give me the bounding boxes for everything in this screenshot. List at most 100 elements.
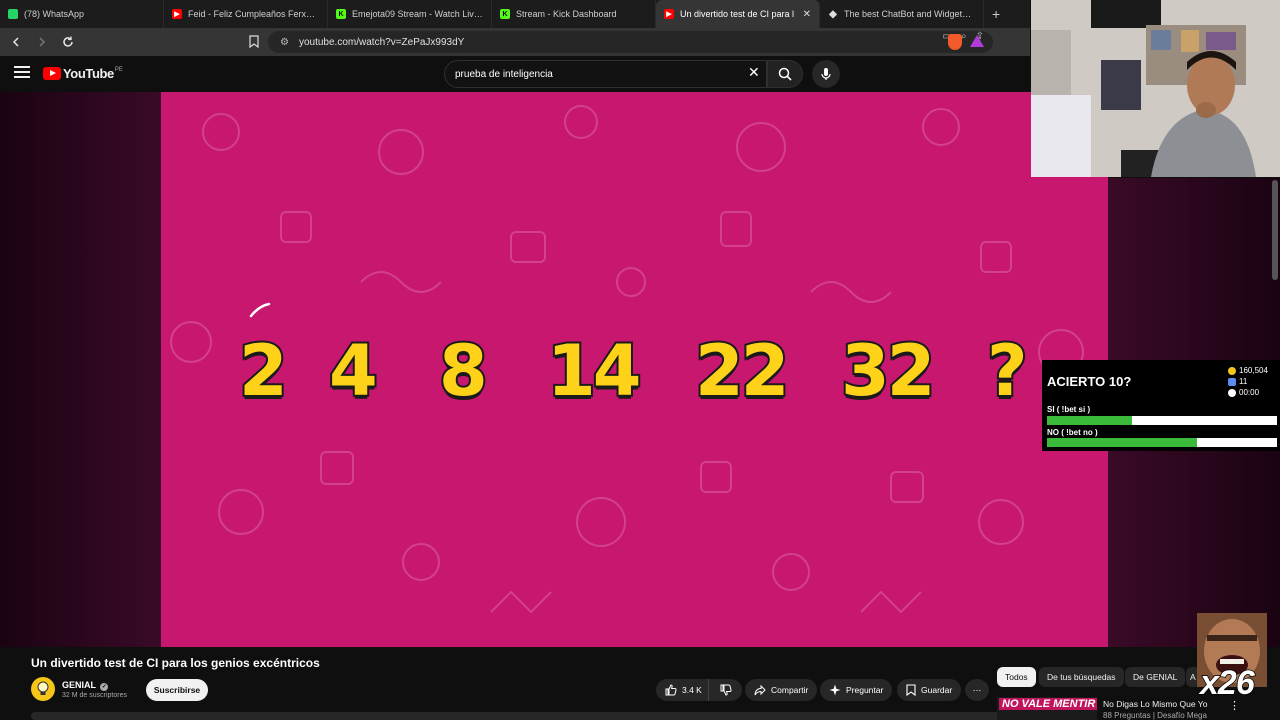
microphone-icon	[821, 68, 831, 80]
url-text: youtube.com/watch?v=ZePaJx993dY	[298, 36, 465, 48]
tab-title: (78) WhatsApp	[24, 9, 85, 19]
close-tab-icon[interactable]: ✕	[803, 9, 811, 20]
botrix-icon: ◆	[829, 8, 837, 20]
sequence-number: 22	[693, 328, 791, 414]
whatsapp-icon	[8, 9, 18, 19]
save-button[interactable]: Guardar	[897, 679, 962, 701]
video-player[interactable]: 2 4 8 14 22 32 ?	[161, 92, 1108, 647]
share-arrow-icon	[754, 684, 766, 696]
youtube-icon: ▶	[664, 9, 674, 19]
country-code: PE	[114, 66, 123, 73]
search-button[interactable]	[767, 60, 803, 88]
clear-search-icon[interactable]: ✕	[748, 64, 760, 81]
thumbs-down-icon	[720, 684, 732, 696]
menu-icon[interactable]	[14, 66, 30, 80]
channel-avatar[interactable]	[31, 677, 55, 701]
tab-whatsapp[interactable]: (78) WhatsApp	[0, 0, 164, 28]
prediction-widget: ACIERTO 10? 160,504 11 00:00 SI ( !bet s…	[1042, 360, 1280, 451]
page-scrollbar-thumb[interactable]	[1272, 180, 1278, 280]
search-icon	[778, 67, 792, 81]
like-button[interactable]: 3.4 K	[656, 679, 708, 701]
coin-icon	[1228, 366, 1236, 375]
tab-kick-stream[interactable]: K Emejota09 Stream - Watch Live on Ki	[328, 0, 492, 28]
verified-icon: ✓	[100, 683, 109, 691]
back-button[interactable]	[6, 32, 26, 52]
back-arrow-icon	[12, 37, 19, 47]
time-value: 00:00	[1239, 388, 1260, 397]
kick-icon: K	[500, 9, 510, 19]
ask-button[interactable]: Preguntar	[820, 679, 893, 701]
users-icon	[1228, 377, 1236, 386]
option-si-bar	[1047, 416, 1277, 425]
address-bar[interactable]: ⚙ youtube.com/watch?v=ZePaJx993dY	[268, 31, 993, 53]
chip-de-tus-busquedas[interactable]: De tus búsquedas	[1039, 667, 1124, 687]
tab-botrix[interactable]: ◆ The best ChatBot and Widgets for Ki	[820, 0, 984, 28]
bookmark-icon[interactable]	[249, 35, 259, 53]
brave-shield-icon[interactable]	[948, 34, 962, 50]
tab-title: Feid - Feliz Cumpleaños Ferxxo (Offic	[188, 9, 319, 19]
chip-todos[interactable]: Todos	[997, 667, 1036, 687]
voice-search-button[interactable]	[812, 60, 840, 88]
tab-title: Emejota09 Stream - Watch Live on Ki	[352, 9, 483, 19]
reload-button[interactable]	[58, 32, 78, 52]
sparkle-icon	[829, 684, 841, 696]
thumbnail-banner-text: NO VALE MENTIR	[999, 698, 1097, 710]
option-si-fill	[1047, 416, 1133, 425]
browser-toolbar: ⚙ youtube.com/watch?v=ZePaJx993dY ▭ ⌕ ⇪	[0, 28, 1030, 56]
tab-kick-dashboard[interactable]: K Stream - Kick Dashboard	[492, 0, 656, 28]
points-value: 160,504	[1239, 366, 1268, 375]
progress-bar-track[interactable]	[31, 712, 1021, 720]
logo-text: YouTube	[63, 66, 114, 81]
option-si-label: SI ( !bet si )	[1047, 405, 1091, 414]
sequence-number: 14	[545, 328, 643, 414]
forward-button[interactable]	[32, 32, 52, 52]
sequence-number: 8	[437, 328, 490, 414]
new-tab-button[interactable]: +	[992, 6, 1000, 22]
option-no-bar	[1047, 438, 1277, 447]
forward-arrow-icon	[39, 37, 46, 47]
tab-feid-video[interactable]: ▶ Feid - Feliz Cumpleaños Ferxxo (Offic	[164, 0, 328, 28]
save-label: Guardar	[921, 685, 953, 695]
prediction-points: 160,504	[1228, 366, 1268, 375]
tab-title: Un divertido test de CI para l	[680, 9, 795, 19]
more-actions-button[interactable]: ⋯	[965, 679, 989, 701]
lightbulb-icon	[37, 681, 49, 695]
option-no-label: NO ( !bet no )	[1047, 428, 1098, 437]
dislike-button[interactable]	[708, 679, 742, 701]
tick-mark-doodle	[249, 302, 271, 318]
combo-counter: x26	[1199, 663, 1255, 703]
site-info-icon[interactable]: ⚙	[280, 37, 289, 48]
recommended-thumbnail[interactable]: NO VALE MENTIR	[997, 697, 1097, 720]
youtube-header: YouTube PE prueba de inteligencia ✕	[0, 56, 1030, 92]
brave-rewards-icon[interactable]	[970, 35, 984, 47]
search-input[interactable]: prueba de inteligencia	[444, 60, 767, 88]
youtube-icon: ▶	[172, 9, 182, 19]
ask-label: Preguntar	[846, 685, 884, 695]
bookmark-save-icon	[906, 684, 916, 696]
channel-name[interactable]: GENIAL ✓	[62, 680, 109, 691]
kick-icon: K	[336, 9, 346, 19]
video-ambient-left	[0, 92, 161, 647]
share-button[interactable]: Compartir	[745, 679, 818, 701]
channel-name-text: GENIAL	[62, 680, 96, 690]
browser-tab-strip: (78) WhatsApp ▶ Feid - Feliz Cumpleaños …	[0, 0, 1030, 28]
prediction-timer: 00:00	[1228, 388, 1259, 397]
thumbs-up-icon	[665, 684, 677, 696]
subscribe-button[interactable]: Suscribirse	[146, 679, 208, 701]
streamer-webcam	[1031, 0, 1280, 177]
reload-icon	[63, 36, 73, 47]
youtube-logo[interactable]: YouTube PE	[43, 66, 123, 81]
sequence-number: 4	[327, 328, 380, 414]
chip-de-genial[interactable]: De GENIAL	[1125, 667, 1186, 687]
clock-icon	[1228, 388, 1236, 397]
sequence-question-mark: ?	[985, 328, 1030, 414]
tab-current-video[interactable]: ▶ Un divertido test de CI para l ✕	[656, 0, 820, 28]
tab-title: The best ChatBot and Widgets for Ki	[844, 9, 975, 19]
recommended-title[interactable]: No Digas Lo Mismo Que Yo	[1103, 699, 1207, 709]
sequence-number: 32	[839, 328, 937, 414]
tab-title: Stream - Kick Dashboard	[516, 9, 617, 19]
sequence-number: 2	[237, 328, 290, 414]
subscriber-count: 32 M de suscriptores	[62, 692, 127, 699]
option-no-fill	[1047, 438, 1197, 447]
prediction-question: ACIERTO 10?	[1047, 374, 1132, 389]
